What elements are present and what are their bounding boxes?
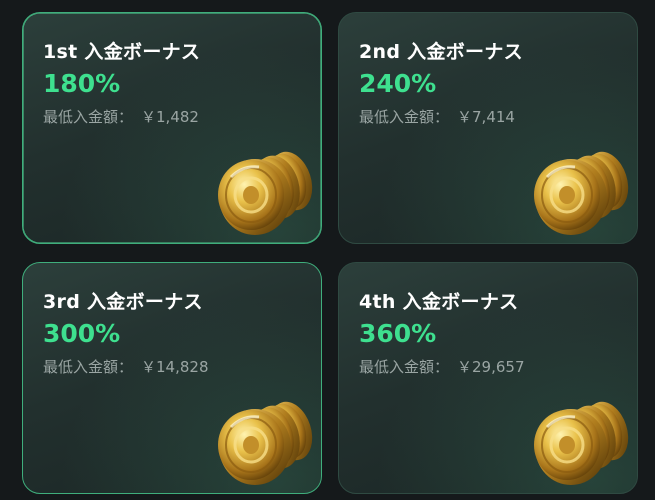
min-deposit-label: 最低入金額：	[43, 358, 134, 376]
card-title: 4th 入金ボーナス	[359, 291, 519, 313]
min-deposit-label: 最低入金額：	[359, 108, 450, 126]
bonus-grid: 1st 入金ボーナス 180% 最低入金額： ￥1,482 2nd 入金ボーナス …	[0, 0, 655, 500]
min-deposit: 最低入金額： ￥1,482	[43, 106, 199, 127]
min-deposit-label: 最低入金額：	[43, 108, 134, 126]
bonus-percent: 180%	[43, 69, 121, 98]
min-deposit: 最低入金額： ￥14,828	[43, 356, 209, 377]
bonus-percent: 240%	[359, 69, 437, 98]
gold-coins-icon	[532, 394, 633, 487]
card-title: 1st 入金ボーナス	[43, 41, 201, 63]
min-deposit-amount: ￥1,482	[141, 108, 199, 126]
min-deposit-label: 最低入金額：	[359, 358, 450, 376]
bonus-card-2nd[interactable]: 2nd 入金ボーナス 240% 最低入金額： ￥7,414	[338, 12, 638, 244]
bonus-card-1st[interactable]: 1st 入金ボーナス 180% 最低入金額： ￥1,482	[22, 12, 322, 244]
gold-coins-icon	[216, 144, 317, 237]
gold-coins-icon	[216, 394, 317, 487]
card-title: 2nd 入金ボーナス	[359, 41, 523, 63]
bonus-card-3rd[interactable]: 3rd 入金ボーナス 300% 最低入金額： ￥14,828	[22, 262, 322, 494]
min-deposit-amount: ￥7,414	[457, 108, 515, 126]
min-deposit-amount: ￥29,657	[457, 358, 525, 376]
min-deposit-amount: ￥14,828	[141, 358, 209, 376]
bonus-card-4th[interactable]: 4th 入金ボーナス 360% 最低入金額： ￥29,657	[338, 262, 638, 494]
card-title: 3rd 入金ボーナス	[43, 291, 203, 313]
bonus-percent: 300%	[43, 319, 121, 348]
gold-coins-icon	[532, 144, 633, 237]
bonus-percent: 360%	[359, 319, 437, 348]
min-deposit: 最低入金額： ￥29,657	[359, 356, 525, 377]
min-deposit: 最低入金額： ￥7,414	[359, 106, 515, 127]
